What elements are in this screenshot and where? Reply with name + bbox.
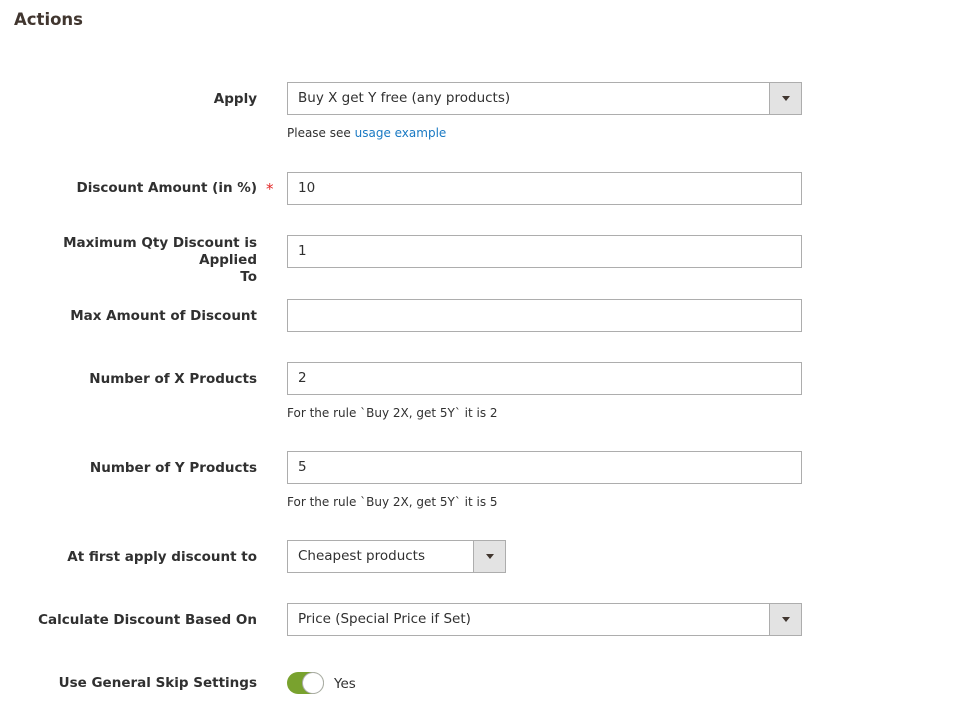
max-qty-input[interactable]: 1	[287, 235, 802, 268]
toggle-knob	[303, 673, 323, 693]
section-title: Actions	[14, 10, 83, 29]
y-products-label: Number of Y Products	[89, 460, 257, 476]
skip-settings-toggle[interactable]	[287, 672, 324, 694]
first-apply-label: At first apply discount to	[67, 549, 257, 565]
max-qty-label-line2: To	[240, 269, 257, 285]
skip-settings-toggle-label: Yes	[334, 676, 356, 692]
calc-based-label: Calculate Discount Based On	[38, 612, 257, 628]
calc-based-select[interactable]: Price (Special Price if Set)	[287, 603, 802, 636]
max-qty-label: Maximum Qty Discount is Applied To	[7, 235, 257, 286]
usage-example-link[interactable]: usage example	[355, 126, 447, 140]
max-amount-label: Max Amount of Discount	[70, 308, 257, 324]
calc-based-select-value: Price (Special Price if Set)	[298, 611, 471, 627]
y-products-note: For the rule `Buy 2X, get 5Y` it is 5	[287, 495, 498, 509]
x-products-note: For the rule `Buy 2X, get 5Y` it is 2	[287, 406, 498, 420]
chevron-down-icon[interactable]	[769, 83, 801, 114]
discount-amount-label: Discount Amount (in %)	[76, 180, 258, 196]
apply-note-text: Please see	[287, 126, 351, 140]
chevron-down-icon[interactable]	[769, 604, 801, 635]
apply-label: Apply	[213, 91, 257, 107]
first-apply-select[interactable]: Cheapest products	[287, 540, 506, 573]
chevron-down-icon[interactable]	[473, 541, 505, 572]
max-qty-label-line1: Maximum Qty Discount is Applied	[63, 235, 257, 268]
apply-select-value: Buy X get Y free (any products)	[298, 90, 511, 106]
x-products-label: Number of X Products	[89, 371, 257, 387]
max-amount-input[interactable]	[287, 299, 802, 332]
discount-amount-input[interactable]: 10	[287, 172, 802, 205]
apply-note: Please see usage example	[287, 126, 446, 141]
x-products-input[interactable]: 2	[287, 362, 802, 395]
skip-settings-label: Use General Skip Settings	[58, 675, 257, 691]
apply-select[interactable]: Buy X get Y free (any products)	[287, 82, 802, 115]
y-products-input[interactable]: 5	[287, 451, 802, 484]
required-asterisk: *	[266, 180, 274, 198]
